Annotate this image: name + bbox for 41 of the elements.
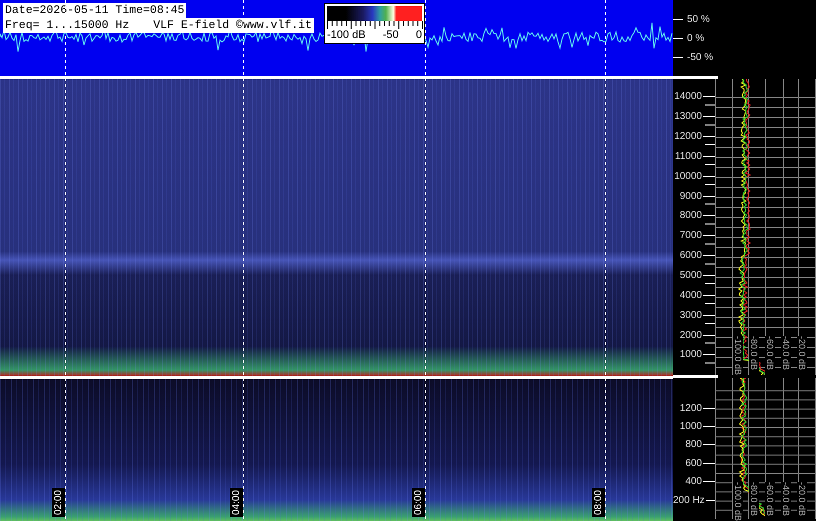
station-title-text: VLF E-field ©www.vlf.it [153,19,312,32]
time-label: 04:00 [230,488,243,517]
frequency-label: 1200 [680,402,702,414]
frequency-label: 2000 [680,330,702,341]
frequency-label: 14000 [674,91,702,102]
decibel-label: -20.0 dB [797,336,807,375]
frequency-label: 600 [685,458,702,469]
time-label: 06:00 [412,488,425,517]
decibel-label: -20.0 dB [797,482,807,521]
frequency-label: 12000 [674,131,702,142]
frequency-label: 3000 [680,310,702,321]
scale-label: 0 [416,29,422,41]
scale-label: -100 dB [327,29,366,41]
frequency-label: 13000 [674,111,702,122]
frequency-label: 8000 [680,210,702,222]
frequency-label: 5000 [680,270,702,282]
time-label: 02:00 [52,488,65,517]
frequency-range-text: Freq= 1...15000 Hz [5,19,130,32]
date-time-text: Date=2026-05-11 Time=08:45 [3,3,186,18]
decibel-label: -60.0 dB [765,482,775,521]
frequency-label: 1000 [680,349,702,360]
scale-label: -50 [382,29,399,41]
frequency-label: 400 [685,476,702,488]
frequency-label: 4000 [680,290,702,301]
amplitude-label: -50 % [687,52,714,63]
amplitude-label: 0 % [687,33,704,44]
decibel-label: -100.0 dB [733,336,743,375]
frequency-label: 200 Hz [673,494,705,506]
frequency-label: 9000 [680,190,702,202]
decibel-label: -60.0 dB [765,336,775,375]
frequency-label: 11000 [674,150,702,162]
decibel-label: -100.0 dB [733,482,743,521]
frequency-label: 10000 [674,170,702,182]
frequency-label: 1000 [680,421,702,432]
time-label: 08:00 [592,488,605,517]
decibel-label: -40.0 dB [781,482,791,521]
frequency-label: 800 [685,439,702,450]
decibel-label: -40.0 dB [781,336,791,375]
frequency-label: 6000 [680,250,702,262]
amplitude-label: 50 % [687,14,710,25]
frequency-label: 7000 [680,230,702,242]
